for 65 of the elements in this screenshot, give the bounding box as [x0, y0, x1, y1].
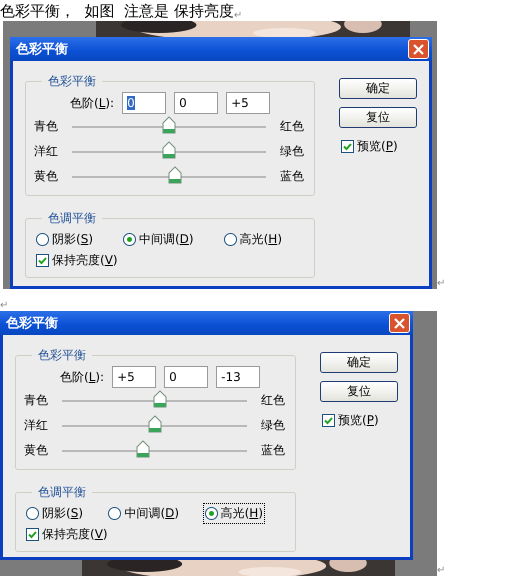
slider-label: 黄色 — [34, 168, 58, 185]
dialog-button[interactable]: 确定 — [339, 78, 417, 99]
slider-label: 红色 — [280, 118, 304, 135]
radio-label: 阴影(S) — [52, 231, 93, 248]
slider-thumb[interactable] — [153, 390, 168, 408]
paragraph-mark: ↵ — [0, 300, 8, 311]
dialog-button[interactable]: 复位 — [320, 381, 398, 402]
level-field[interactable]: 0 — [174, 92, 218, 114]
slider-thumb[interactable] — [168, 166, 182, 184]
checkbox[interactable] — [26, 528, 39, 541]
radio-button[interactable] — [36, 233, 49, 246]
slider-label: 绿色 — [261, 417, 285, 434]
slider-thumb[interactable] — [162, 116, 176, 134]
field-label: 色阶(L): — [70, 94, 114, 112]
window-title: 色彩平衡 — [6, 315, 58, 332]
paragraph-mark: ↵ — [437, 278, 446, 289]
slider-label: 黄色 — [24, 442, 48, 459]
radio-label: 高光(H) — [240, 231, 282, 248]
slider-thumb[interactable] — [136, 440, 150, 458]
checkbox-label: 预览(P) — [338, 412, 379, 429]
slider-thumb[interactable] — [162, 140, 176, 158]
paragraph-mark: ↵ — [437, 565, 446, 576]
checkbox-label: 保持亮度(V) — [42, 526, 108, 543]
group-title: 色调平衡 — [37, 484, 87, 501]
group-title: 色调平衡 — [47, 210, 97, 227]
checkbox[interactable] — [322, 414, 335, 427]
slider-label: 蓝色 — [261, 442, 285, 459]
radio-label: 中间调(D) — [138, 231, 194, 248]
checkbox-label: 保持亮度(V) — [52, 252, 118, 269]
close-button[interactable] — [408, 39, 429, 59]
dialog-button[interactable]: 复位 — [339, 107, 417, 128]
checkbox-label: 预览(P) — [357, 138, 398, 155]
level-field[interactable]: +5 — [226, 92, 270, 114]
dialog-button[interactable]: 确定 — [320, 352, 398, 373]
checkbox[interactable] — [341, 140, 354, 153]
slider-label: 绿色 — [280, 143, 304, 160]
close-button[interactable] — [389, 313, 410, 333]
level-field[interactable]: 0 — [164, 366, 208, 388]
slider-label: 红色 — [261, 392, 285, 409]
slider-label: 洋红 — [34, 143, 58, 160]
radio-button[interactable] — [108, 507, 122, 520]
level-field[interactable]: 0 — [122, 92, 166, 114]
slider-label: 青色 — [34, 118, 58, 135]
radio-label: 高光(H) — [220, 505, 263, 522]
slider-label: 青色 — [24, 392, 48, 409]
window-title: 色彩平衡 — [16, 41, 68, 58]
caption-text: 色彩平衡， 如图 注意是 保持亮度 — [0, 2, 234, 21]
close-icon — [413, 44, 424, 54]
radio-button[interactable] — [224, 233, 237, 246]
radio-button[interactable] — [204, 507, 218, 520]
radio-label: 中间调(D) — [124, 505, 180, 522]
group-title: 色彩平衡 — [47, 73, 97, 90]
close-icon — [394, 318, 405, 328]
radio-button[interactable] — [26, 507, 39, 520]
level-field[interactable]: +5 — [112, 366, 156, 388]
field-label: 色阶(L): — [60, 368, 104, 386]
slider-label: 洋红 — [24, 417, 48, 434]
slider-thumb[interactable] — [148, 414, 162, 432]
slider-label: 蓝色 — [280, 168, 304, 185]
paragraph-mark: ↵ — [234, 10, 242, 21]
level-field[interactable]: -13 — [216, 366, 260, 388]
radio-button[interactable] — [122, 233, 136, 246]
radio-label: 阴影(S) — [42, 505, 83, 522]
checkbox[interactable] — [36, 254, 49, 267]
group-title: 色彩平衡 — [37, 347, 87, 364]
